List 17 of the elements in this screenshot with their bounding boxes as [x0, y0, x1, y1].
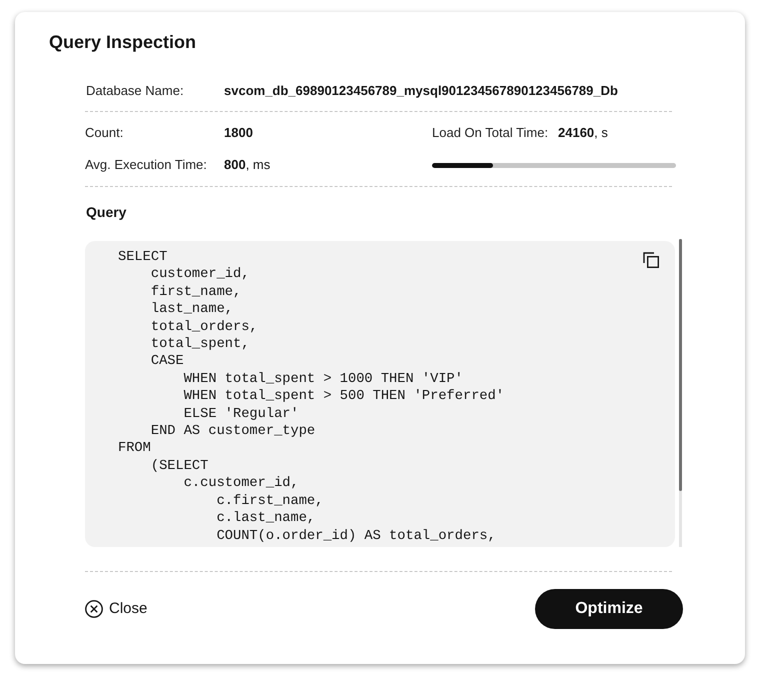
close-icon	[85, 600, 103, 618]
scrollbar-track[interactable]	[679, 239, 682, 547]
dialog-title: Query Inspection	[49, 31, 196, 54]
close-button[interactable]: Close	[85, 600, 148, 618]
stat-label: Count:	[85, 125, 124, 141]
stat-value: 24160, s	[558, 125, 608, 141]
copy-icon[interactable]	[643, 252, 659, 268]
database-name-value: svcom_db_69890123456789_mysql901234567890123456789_Db	[224, 82, 619, 100]
query-heading: Query	[86, 203, 126, 222]
query-code: SELECT customer_id, first_name, last_name, total_orders, total_spent, CASE WHEN total_spent > 1000 THEN 'VIP' WHEN total_spent > 500 THEN 'Preferred' ELSE 'Regular' END AS customer_type FROM (SELECT c.customer_id, c.first_name, c.last_name, COUNT(o.order_id) AS total_orders,	[118, 249, 504, 545]
stat-label: Load On Total Time:	[432, 125, 548, 141]
optimize-button[interactable]: Optimize	[535, 588, 683, 629]
stat-value: 1800	[224, 125, 253, 141]
scrollbar-thumb[interactable]	[679, 239, 682, 491]
database-name-label: Database Name:	[85, 82, 185, 100]
stat-label: Avg. Execution Time:	[85, 157, 207, 173]
stat-value: 800, ms	[224, 157, 270, 173]
